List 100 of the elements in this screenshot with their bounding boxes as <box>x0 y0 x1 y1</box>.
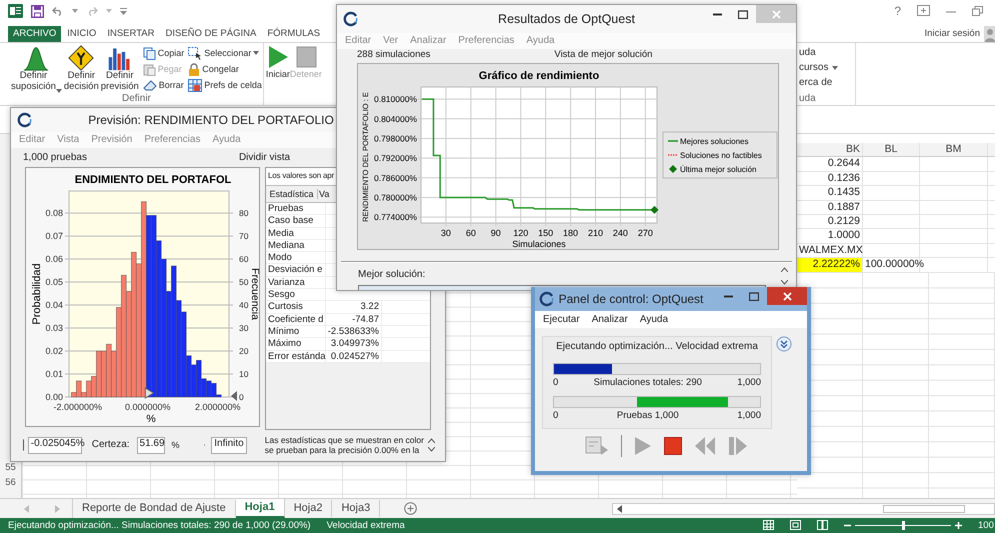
close-button[interactable] <box>767 287 807 305</box>
table-cell: Desviación e <box>266 264 326 276</box>
caret-icon[interactable] <box>56 88 62 93</box>
ribbon-button[interactable]: Borrar <box>142 77 186 93</box>
menu-item[interactable]: Ayuda <box>640 314 668 326</box>
sheet-tab[interactable]: Hoja1 <box>236 498 285 518</box>
axis-label: 30 <box>239 323 248 334</box>
row-number: 56 <box>4 476 17 490</box>
view-label: Vista de mejor solución <box>554 49 652 61</box>
column-header[interactable]: BL <box>863 143 920 156</box>
ribbon-button[interactable]: erca de <box>799 77 855 89</box>
scroll-up-icon[interactable] <box>428 438 435 443</box>
zoom-level[interactable]: 100 <box>978 520 995 532</box>
axis-label: 0.798000% <box>374 133 417 144</box>
zoom-in-icon[interactable] <box>955 522 962 529</box>
restore-icon[interactable] <box>972 6 983 16</box>
scale-label: 1,000 <box>737 410 761 422</box>
minimize-icon <box>724 294 732 298</box>
stop-icon[interactable] <box>664 436 682 455</box>
scale-label: 0 <box>553 377 558 388</box>
file-tab[interactable]: ARCHIVO <box>8 26 62 42</box>
table-cell: Caso base <box>266 215 326 227</box>
axis-label: 210 <box>588 228 604 238</box>
customize-icon[interactable] <box>120 8 127 14</box>
table-cell: 3.049973% <box>326 338 382 350</box>
menu-item[interactable]: Ejecutar <box>543 314 580 326</box>
page-layout-icon[interactable] <box>790 520 801 530</box>
undo-icon[interactable] <box>52 6 64 16</box>
axis-label: 240 <box>612 228 628 238</box>
ribbon-button[interactable]: Congelar <box>187 61 263 77</box>
scale-label: 0 <box>553 410 558 422</box>
ribbon-tab[interactable]: INSERTAR <box>102 26 160 42</box>
sheet-tab[interactable]: Hoja3 <box>332 500 380 518</box>
save-icon[interactable] <box>31 4 44 18</box>
chart-title: ENDIMIENTO DEL PORTAFOL <box>74 174 232 186</box>
page-break-icon[interactable] <box>817 520 828 530</box>
axis-label: 60 <box>466 228 476 238</box>
column-header[interactable]: BM <box>920 143 988 156</box>
range-handle[interactable] <box>231 391 237 401</box>
caret-icon[interactable] <box>72 9 78 13</box>
app-logo-icon <box>17 112 33 128</box>
axis-label: 0.08 <box>45 208 63 218</box>
close-icon <box>782 292 792 300</box>
column-header[interactable]: Va <box>318 188 330 200</box>
ribbon-button[interactable]: Iniciar <box>266 45 290 80</box>
maximize-icon <box>749 292 759 300</box>
ribbon-tab[interactable]: INICIO <box>62 26 102 42</box>
stats-footnote: Las estadísticas que se muestran en color se prueban para la precisión 0.00% en la <box>264 434 424 456</box>
ribbon-button[interactable]: Definir decisión <box>62 45 100 93</box>
menu-item[interactable]: Analizar <box>592 314 628 326</box>
ribbon-button[interactable]: Seleccionar <box>187 45 263 61</box>
normal-view-icon[interactable] <box>763 520 774 530</box>
ribbon-tab[interactable]: FÓRMULAS <box>262 26 326 42</box>
horizontal-scrollbar[interactable] <box>612 502 995 514</box>
input-field[interactable]: -0.025045% <box>28 436 82 454</box>
zoom-slider[interactable] <box>855 520 951 530</box>
spreadsheet-app-icon[interactable] <box>8 4 23 18</box>
app-logo-icon <box>539 291 555 307</box>
sign-in-link[interactable]: Iniciar sesión <box>924 28 980 40</box>
table-cell: Curtosis <box>266 301 326 313</box>
axis-label: 270 <box>638 228 653 238</box>
slider-thumb[interactable] <box>902 520 904 530</box>
input-field[interactable]: 51.69 <box>136 436 165 454</box>
axis-label: 0.04 <box>45 300 63 310</box>
axis-label: 10 <box>239 369 248 379</box>
ribbon-button[interactable]: Copiar <box>142 45 186 61</box>
axis-label: 0.780000% <box>374 192 417 202</box>
caret-icon[interactable] <box>832 66 838 70</box>
table-cell: 3.22 <box>326 301 382 313</box>
scroll-down-icon[interactable] <box>428 447 435 452</box>
table-cell: -74.87 <box>326 314 382 325</box>
lock-icon <box>188 62 200 76</box>
road-sign-icon <box>68 45 94 71</box>
table-cell: Sesgo <box>266 289 326 300</box>
scroll-up-icon[interactable] <box>781 267 788 272</box>
ribbon-display-icon[interactable] <box>917 5 930 16</box>
help-button[interactable]: ? <box>894 4 901 18</box>
ribbon-button[interactable]: cursos <box>799 62 855 74</box>
scroll-left-icon[interactable] <box>617 504 622 512</box>
sheet-tab[interactable]: Hoja2 <box>284 500 332 518</box>
axis-label: 80 <box>239 208 248 218</box>
axis-label: 30 <box>440 228 451 238</box>
axis-label: 0.804000% <box>374 114 417 124</box>
add-sheet-icon[interactable] <box>404 502 418 515</box>
table-cell: -2.538633% <box>326 326 382 338</box>
axis-title: % <box>146 413 156 425</box>
input-field[interactable]: Infinito <box>211 436 247 454</box>
ribbon-button[interactable]: Prefs de celda <box>187 77 263 93</box>
caret-icon[interactable] <box>253 51 260 55</box>
axis-title: Frecuencia <box>249 268 260 320</box>
ribbon-button[interactable]: Definir previsión <box>100 45 140 93</box>
ribbon-button[interactable]: uda <box>799 47 855 59</box>
column-header[interactable]: Estadística <box>266 188 318 200</box>
ribbon-button[interactable]: Definir suposición <box>10 45 63 93</box>
scroll-down-icon[interactable] <box>781 280 788 285</box>
unit-label: % <box>172 440 180 450</box>
split-view-link[interactable]: Dividir vista <box>238 152 290 164</box>
expand-icon[interactable] <box>776 336 792 352</box>
ribbon-tab[interactable]: DISEÑO DE PÁGINA <box>160 26 262 42</box>
axis-label: 50 <box>239 277 248 288</box>
